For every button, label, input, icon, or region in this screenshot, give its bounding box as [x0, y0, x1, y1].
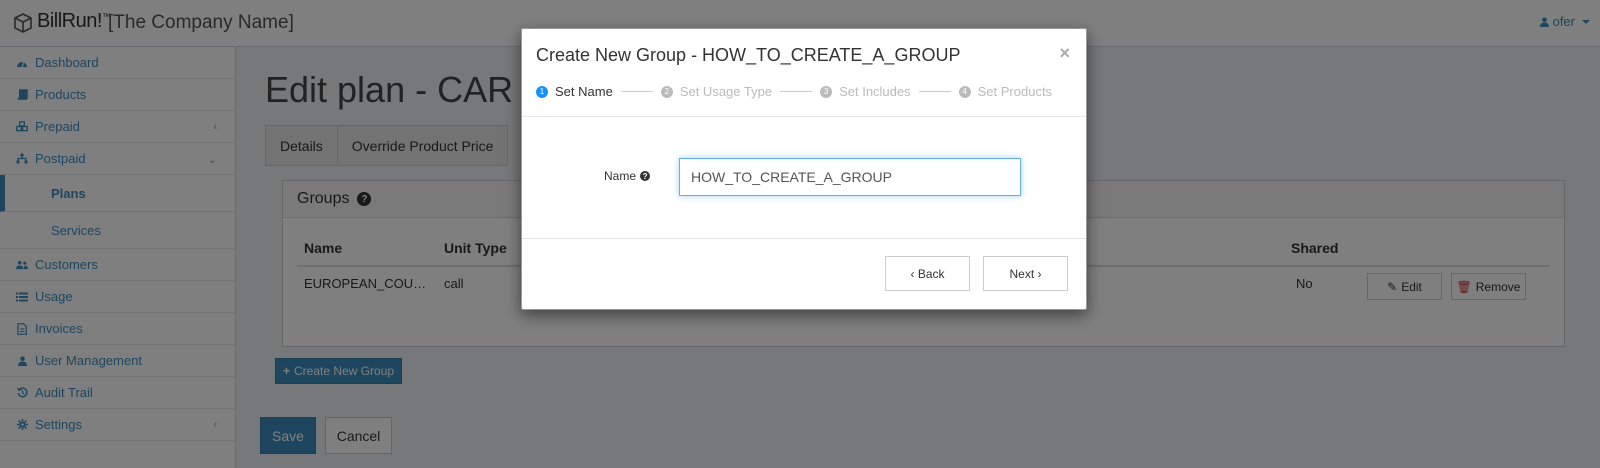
modal-header: Create New Group - HOW_TO_CREATE_A_GROUP… [522, 29, 1086, 117]
step-set-products: 4 Set Products [958, 84, 1052, 99]
close-icon[interactable]: × [1059, 43, 1070, 64]
next-button[interactable]: Next › [983, 256, 1068, 291]
step-number: 4 [958, 85, 971, 98]
question-circle-icon[interactable]: ? [640, 171, 651, 181]
modal-body: Name ? [522, 117, 1086, 239]
step-number: 2 [660, 85, 673, 98]
step-number: 3 [820, 85, 833, 98]
step-connector [620, 91, 653, 92]
chevron-right-icon: › [1034, 266, 1042, 281]
name-field-label: Name ? [604, 169, 651, 183]
wizard-steps: 1 Set Name 2 Set Usage Type 3 Set Includ… [536, 84, 1052, 99]
create-group-modal: Create New Group - HOW_TO_CREATE_A_GROUP… [521, 28, 1087, 310]
step-set-includes: 3 Set Includes [820, 84, 911, 99]
step-number: 1 [536, 85, 548, 98]
chevron-left-icon: ‹ [910, 266, 918, 281]
modal-title: Create New Group - HOW_TO_CREATE_A_GROUP [536, 45, 961, 65]
step-connector [780, 91, 813, 92]
modal-footer: ‹ Back Next › [522, 239, 1086, 309]
step-set-name: 1 Set Name [536, 84, 613, 99]
step-connector [918, 91, 951, 92]
group-name-input[interactable] [679, 158, 1021, 196]
back-button[interactable]: ‹ Back [885, 256, 970, 291]
step-set-usage-type: 2 Set Usage Type [660, 84, 772, 99]
